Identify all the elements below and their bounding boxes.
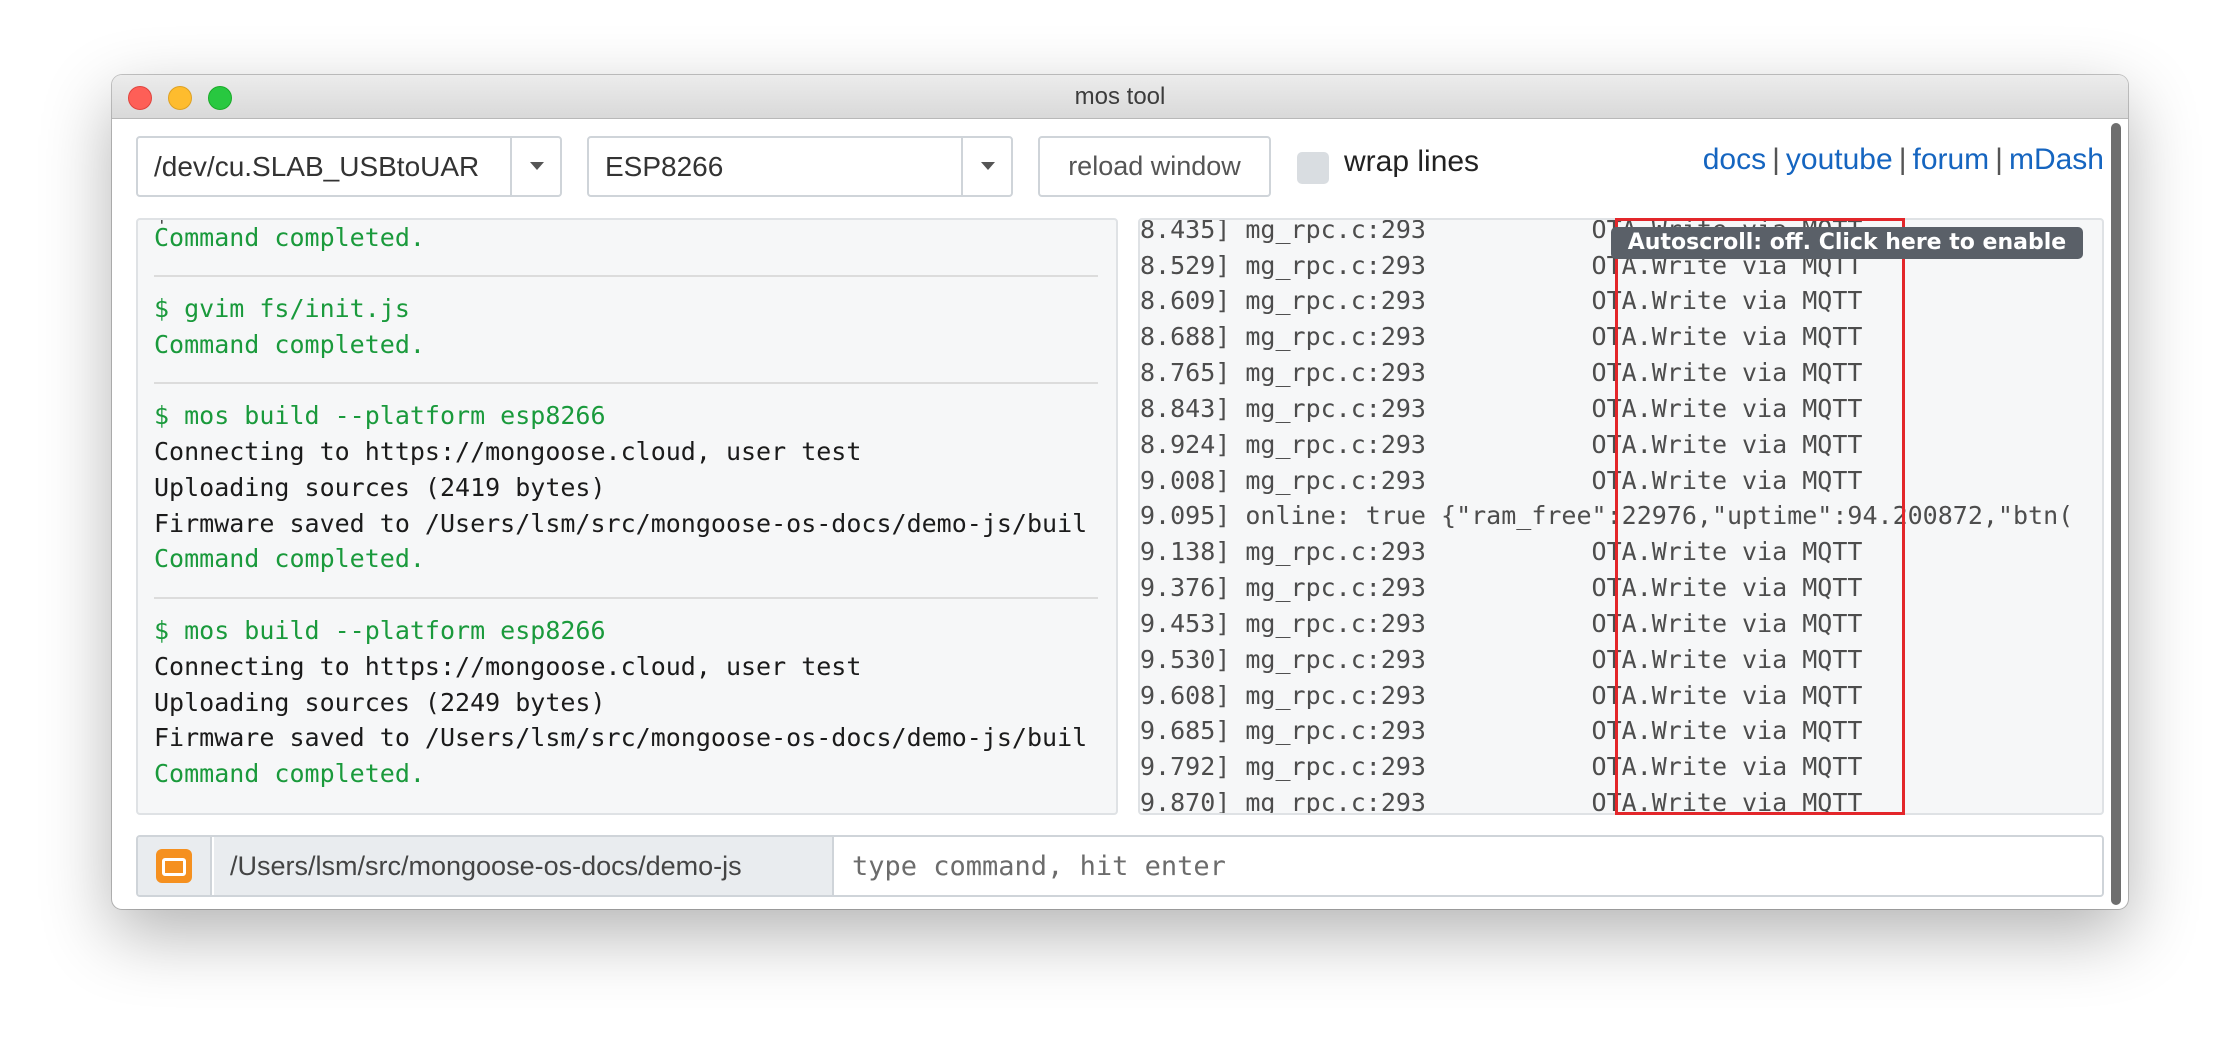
board-select-value: ESP8266 <box>605 151 724 182</box>
reload-window-button[interactable]: reload window <box>1038 136 1271 197</box>
current-directory: /Users/lsm/src/mongoose-os-docs/demo-js <box>214 837 834 895</box>
youtube-link[interactable]: youtube <box>1786 143 1893 176</box>
scrollbar-thumb[interactable] <box>2111 123 2121 905</box>
window-scrollbar[interactable] <box>2109 123 2123 905</box>
title-bar: mos tool <box>112 75 2128 119</box>
console-line: Command completed. <box>154 544 425 573</box>
console-line: $ mos build --platform esp8266 <box>154 616 606 645</box>
console-line: $ gvim fs/init.js <box>154 294 410 323</box>
divider <box>154 275 1098 277</box>
chevron-down-icon[interactable] <box>961 138 1011 195</box>
console-line: Connecting to https://mongoose.cloud, us… <box>154 437 862 466</box>
log-line: 9.095] online: true {"ram_free":22976,"u… <box>1140 501 2074 530</box>
port-select[interactable]: /dev/cu.SLAB_USBtoUAR <box>136 136 562 197</box>
highlight-box <box>1615 218 1905 815</box>
open-folder-button[interactable] <box>138 837 212 895</box>
command-input[interactable] <box>836 837 2102 895</box>
console-line: Connecting to https://mongoose.cloud, us… <box>154 652 862 681</box>
console-line: Firmware saved to /Users/lsm/src/mongoos… <box>154 509 1088 538</box>
wrap-lines-checkbox[interactable] <box>1297 152 1329 184</box>
mdash-link[interactable]: mDash <box>2009 143 2104 176</box>
folder-icon <box>156 849 192 883</box>
console-line: Command completed. <box>154 223 425 252</box>
console-output[interactable]: $ ... Command completed. $ gvim fs/init.… <box>136 218 1118 815</box>
wrap-lines-label: wrap lines <box>1344 145 1480 178</box>
divider <box>154 597 1098 599</box>
help-links: docs | youtube | forum | mDash <box>1702 143 2104 176</box>
console-line: Uploading sources (2419 bytes) <box>154 473 606 502</box>
command-bar: /Users/lsm/src/mongoose-os-docs/demo-js <box>136 835 2104 897</box>
console-line: Firmware saved to /Users/lsm/src/mongoos… <box>154 723 1088 752</box>
app-window: mos tool /dev/cu.SLAB_USBtoUAR ESP8266 r… <box>112 75 2128 909</box>
board-select[interactable]: ESP8266 <box>587 136 1013 197</box>
docs-link[interactable]: docs <box>1703 143 1766 176</box>
port-select-value: /dev/cu.SLAB_USBtoUAR <box>154 151 480 182</box>
console-line: Uploading sources (2249 bytes) <box>154 688 606 717</box>
autoscroll-toggle[interactable]: Autoscroll: off. Click here to enable <box>1611 227 2083 259</box>
console-line: Command completed. <box>154 759 425 788</box>
chevron-down-icon[interactable] <box>510 138 560 195</box>
console-line: $ mos build --platform esp8266 <box>154 401 606 430</box>
divider <box>154 382 1098 384</box>
window-title: mos tool <box>1074 83 1166 110</box>
forum-link[interactable]: forum <box>1912 143 1989 176</box>
console-line: Command completed. <box>154 330 425 359</box>
